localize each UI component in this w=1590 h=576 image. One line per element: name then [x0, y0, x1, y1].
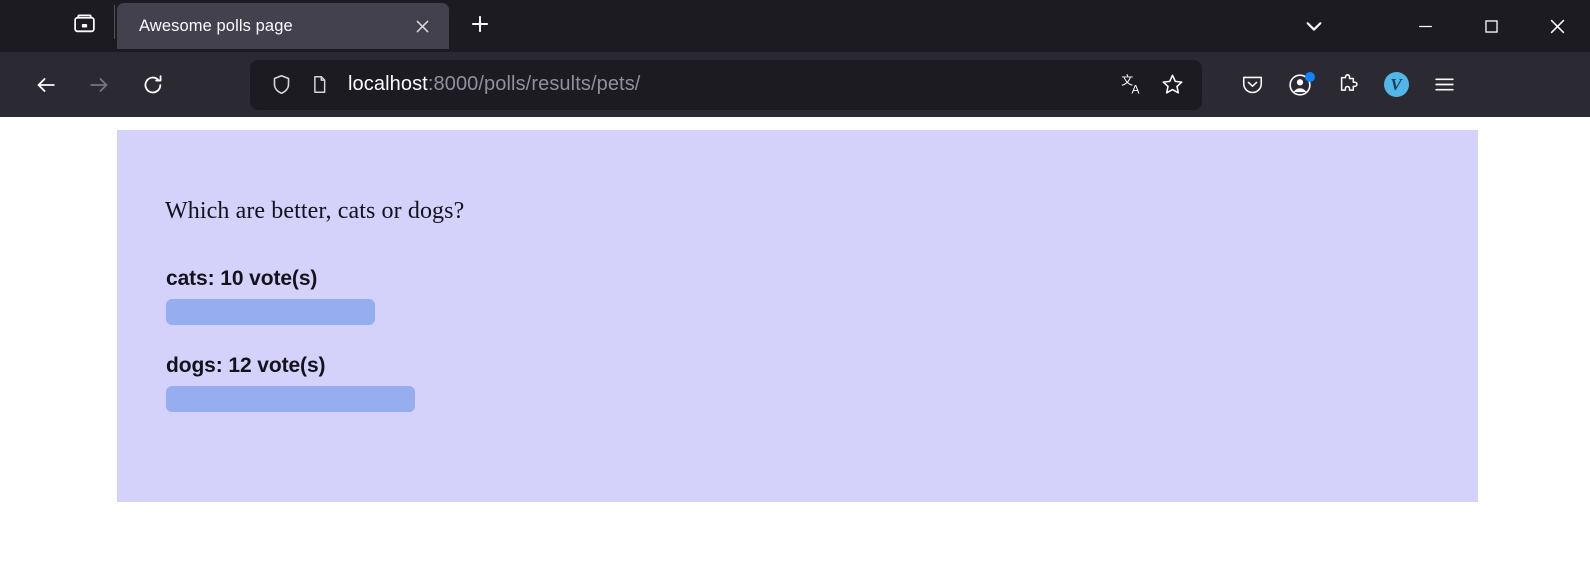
app-menu-icon[interactable] — [1420, 63, 1468, 107]
page-content: Which are better, cats or dogs? cats: 10… — [0, 117, 1590, 576]
svg-text:A: A — [1131, 82, 1139, 96]
shield-icon[interactable] — [262, 66, 300, 104]
tab-awesome-polls-page[interactable]: Awesome polls page — [117, 3, 449, 49]
page-info-icon[interactable] — [300, 66, 338, 104]
extension-badge-letter: V — [1383, 72, 1409, 97]
back-icon[interactable] — [24, 63, 68, 107]
firefox-view-icon[interactable] — [64, 3, 104, 43]
window-controls — [1284, 0, 1590, 52]
result-row-cats: cats: 10 vote(s) — [166, 267, 1366, 325]
result-bar-cats — [166, 299, 375, 325]
url-bar[interactable]: localhost:8000/polls/results/pets/ 文 A — [250, 59, 1202, 110]
account-notification-badge — [1305, 71, 1315, 82]
poll-question: Which are better, cats or dogs? — [165, 198, 465, 224]
maximize-icon[interactable] — [1458, 0, 1524, 52]
translate-icon[interactable]: 文 A — [1112, 65, 1152, 105]
close-icon[interactable] — [407, 11, 437, 41]
browser-window: Awesome polls page localhost:8000/polls/… — [0, 0, 1590, 576]
pocket-icon[interactable] — [1228, 63, 1276, 107]
extension-badge-icon[interactable]: V — [1372, 63, 1420, 107]
tab-list-chevron-down-icon[interactable] — [1284, 0, 1344, 52]
tab-strip-left: Awesome polls page — [0, 0, 499, 52]
account-icon[interactable] — [1276, 63, 1324, 107]
poll-results-list: cats: 10 vote(s) dogs: 12 vote(s) — [166, 267, 1366, 441]
navigation-toolbar: localhost:8000/polls/results/pets/ 文 A V — [0, 52, 1590, 117]
bookmark-star-icon[interactable] — [1152, 65, 1192, 105]
poll-results-container: Which are better, cats or dogs? cats: 10… — [117, 130, 1478, 502]
tab-strip: Awesome polls page — [0, 0, 1590, 52]
url-text: localhost:8000/polls/results/pets/ — [338, 73, 1112, 96]
close-window-icon[interactable] — [1524, 0, 1590, 52]
toolbar-right-actions: V — [1228, 63, 1468, 107]
extensions-puzzle-icon[interactable] — [1324, 63, 1372, 107]
result-bar-dogs — [166, 386, 415, 412]
result-row-dogs: dogs: 12 vote(s) — [166, 354, 1366, 412]
forward-icon — [77, 63, 121, 107]
result-label-dogs: dogs: 12 vote(s) — [166, 354, 326, 377]
reload-icon[interactable] — [131, 63, 175, 107]
tab-title: Awesome polls page — [139, 16, 293, 35]
url-path: :8000/polls/results/pets/ — [427, 73, 641, 95]
minimize-icon[interactable] — [1392, 0, 1458, 52]
url-host: localhost — [348, 73, 428, 95]
tab-separator — [114, 4, 115, 39]
new-tab-icon[interactable] — [461, 5, 499, 43]
result-label-cats: cats: 10 vote(s) — [166, 267, 318, 290]
